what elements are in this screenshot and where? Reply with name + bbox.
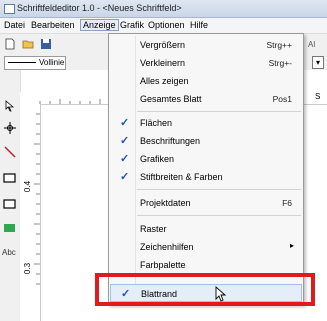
menu-item-zeichenhilfen[interactable]: Zeichenhilfen ▸ [110, 238, 302, 256]
pointer-icon[interactable] [4, 100, 16, 112]
left-toolbar: Abc [0, 70, 21, 321]
menu-item-raster[interactable]: Raster [110, 220, 302, 238]
menu-item-stiftbreiten-farben[interactable]: ✓ Stiftbreiten & Farben [110, 168, 302, 186]
dropdown-arrow-icon[interactable]: ▾ [312, 56, 324, 69]
menu-item-label: Zeichenhilfen [140, 242, 194, 252]
text-tool-icon[interactable]: Abc [2, 248, 16, 257]
menu-bearbeiten[interactable]: Bearbeiten [31, 20, 75, 30]
menu-item-label: Stiftbreiten & Farben [140, 172, 223, 182]
menu-item-verkleinern[interactable]: Verkleinern Strg+- [110, 54, 302, 72]
menu-item-shortcut: Strg+- [268, 58, 292, 68]
crosshair-icon[interactable] [4, 122, 16, 134]
anzeige-dropdown-menu: Vergrößern Strg++ Verkleinern Strg+- All… [108, 33, 304, 305]
menu-item-shortcut: F6 [282, 198, 292, 208]
menu-separator [137, 111, 301, 112]
menu-item-gesamtes-blatt[interactable]: Gesamtes Blatt Pos1 [110, 90, 302, 108]
submenu-arrow-icon: ▸ [289, 241, 294, 250]
menu-anzeige[interactable]: Anzeige [80, 19, 119, 31]
rectangle-tool-icon[interactable] [3, 172, 17, 184]
line-style-label: Vollinie [39, 58, 65, 67]
vertical-ruler: 0.4 0.3 [20, 104, 41, 321]
menu-optionen[interactable]: Optionen [148, 20, 185, 30]
menu-item-label: Grafiken [140, 154, 175, 164]
menu-item-beschriftungen[interactable]: ✓ Beschriftungen [110, 132, 302, 150]
vruler-ticks [34, 113, 40, 285]
app-icon [4, 4, 15, 14]
menu-separator [137, 215, 301, 216]
window-title: Schriftfeldeditor 1.0 - <Neues Schriftfe… [17, 3, 182, 13]
line-tool-icon[interactable] [4, 146, 16, 158]
menu-item-alles-zeigen[interactable]: Alles zeigen [110, 72, 302, 90]
menu-grafik[interactable]: Grafik [120, 20, 144, 30]
menu-item-label: Gesamtes Blatt [140, 94, 202, 104]
menu-item-flaechen[interactable]: ✓ Flächen [110, 114, 302, 132]
menu-item-label: Projektdaten [140, 198, 191, 208]
menu-item-shortcut: Pos1 [272, 94, 292, 104]
menu-item-label: Beschriftungen [140, 136, 201, 146]
highlight-box [95, 273, 315, 306]
menu-item-label: Flächen [140, 118, 173, 128]
check-icon: ✓ [120, 135, 130, 147]
vruler-label-1: 0.4 [23, 180, 33, 193]
vruler-label-2: 0.3 [23, 262, 33, 275]
menu-item-projektdaten[interactable]: Projektdaten F6 [110, 194, 302, 212]
check-icon: ✓ [120, 117, 130, 129]
save-icon[interactable] [40, 38, 52, 50]
menu-separator [137, 189, 301, 190]
ruler-label: S [315, 92, 321, 101]
menu-item-label: Alles zeigen [140, 76, 189, 86]
menu-bar: Datei Bearbeiten Anzeige Grafik Optionen… [0, 18, 327, 34]
check-icon: ✓ [120, 171, 130, 183]
menu-datei[interactable]: Datei [4, 20, 25, 30]
menu-item-label: Vergrößern [140, 40, 186, 50]
new-file-icon[interactable] [4, 38, 16, 50]
menu-item-farbpalette[interactable]: Farbpalette [110, 256, 302, 274]
filled-rectangle-icon[interactable] [3, 222, 17, 234]
menu-item-shortcut: Strg++ [266, 40, 292, 50]
line-style-select[interactable]: Vollinie [4, 56, 66, 70]
menu-item-label: Raster [140, 224, 167, 234]
toolbar-text: Al [308, 40, 316, 49]
menu-item-label: Verkleinern [140, 58, 186, 68]
title-bar: Schriftfeldeditor 1.0 - <Neues Schriftfe… [0, 0, 327, 18]
check-icon: ✓ [120, 153, 130, 165]
rectangle-outline-icon[interactable] [3, 198, 17, 210]
line-sample [8, 62, 36, 63]
menu-item-label: Farbpalette [140, 260, 186, 270]
menu-item-vergroessern[interactable]: Vergrößern Strg++ [110, 36, 302, 54]
open-folder-icon[interactable] [22, 38, 34, 50]
mouse-cursor-icon [215, 286, 227, 302]
menu-hilfe[interactable]: Hilfe [190, 20, 208, 30]
menu-item-grafiken[interactable]: ✓ Grafiken [110, 150, 302, 168]
